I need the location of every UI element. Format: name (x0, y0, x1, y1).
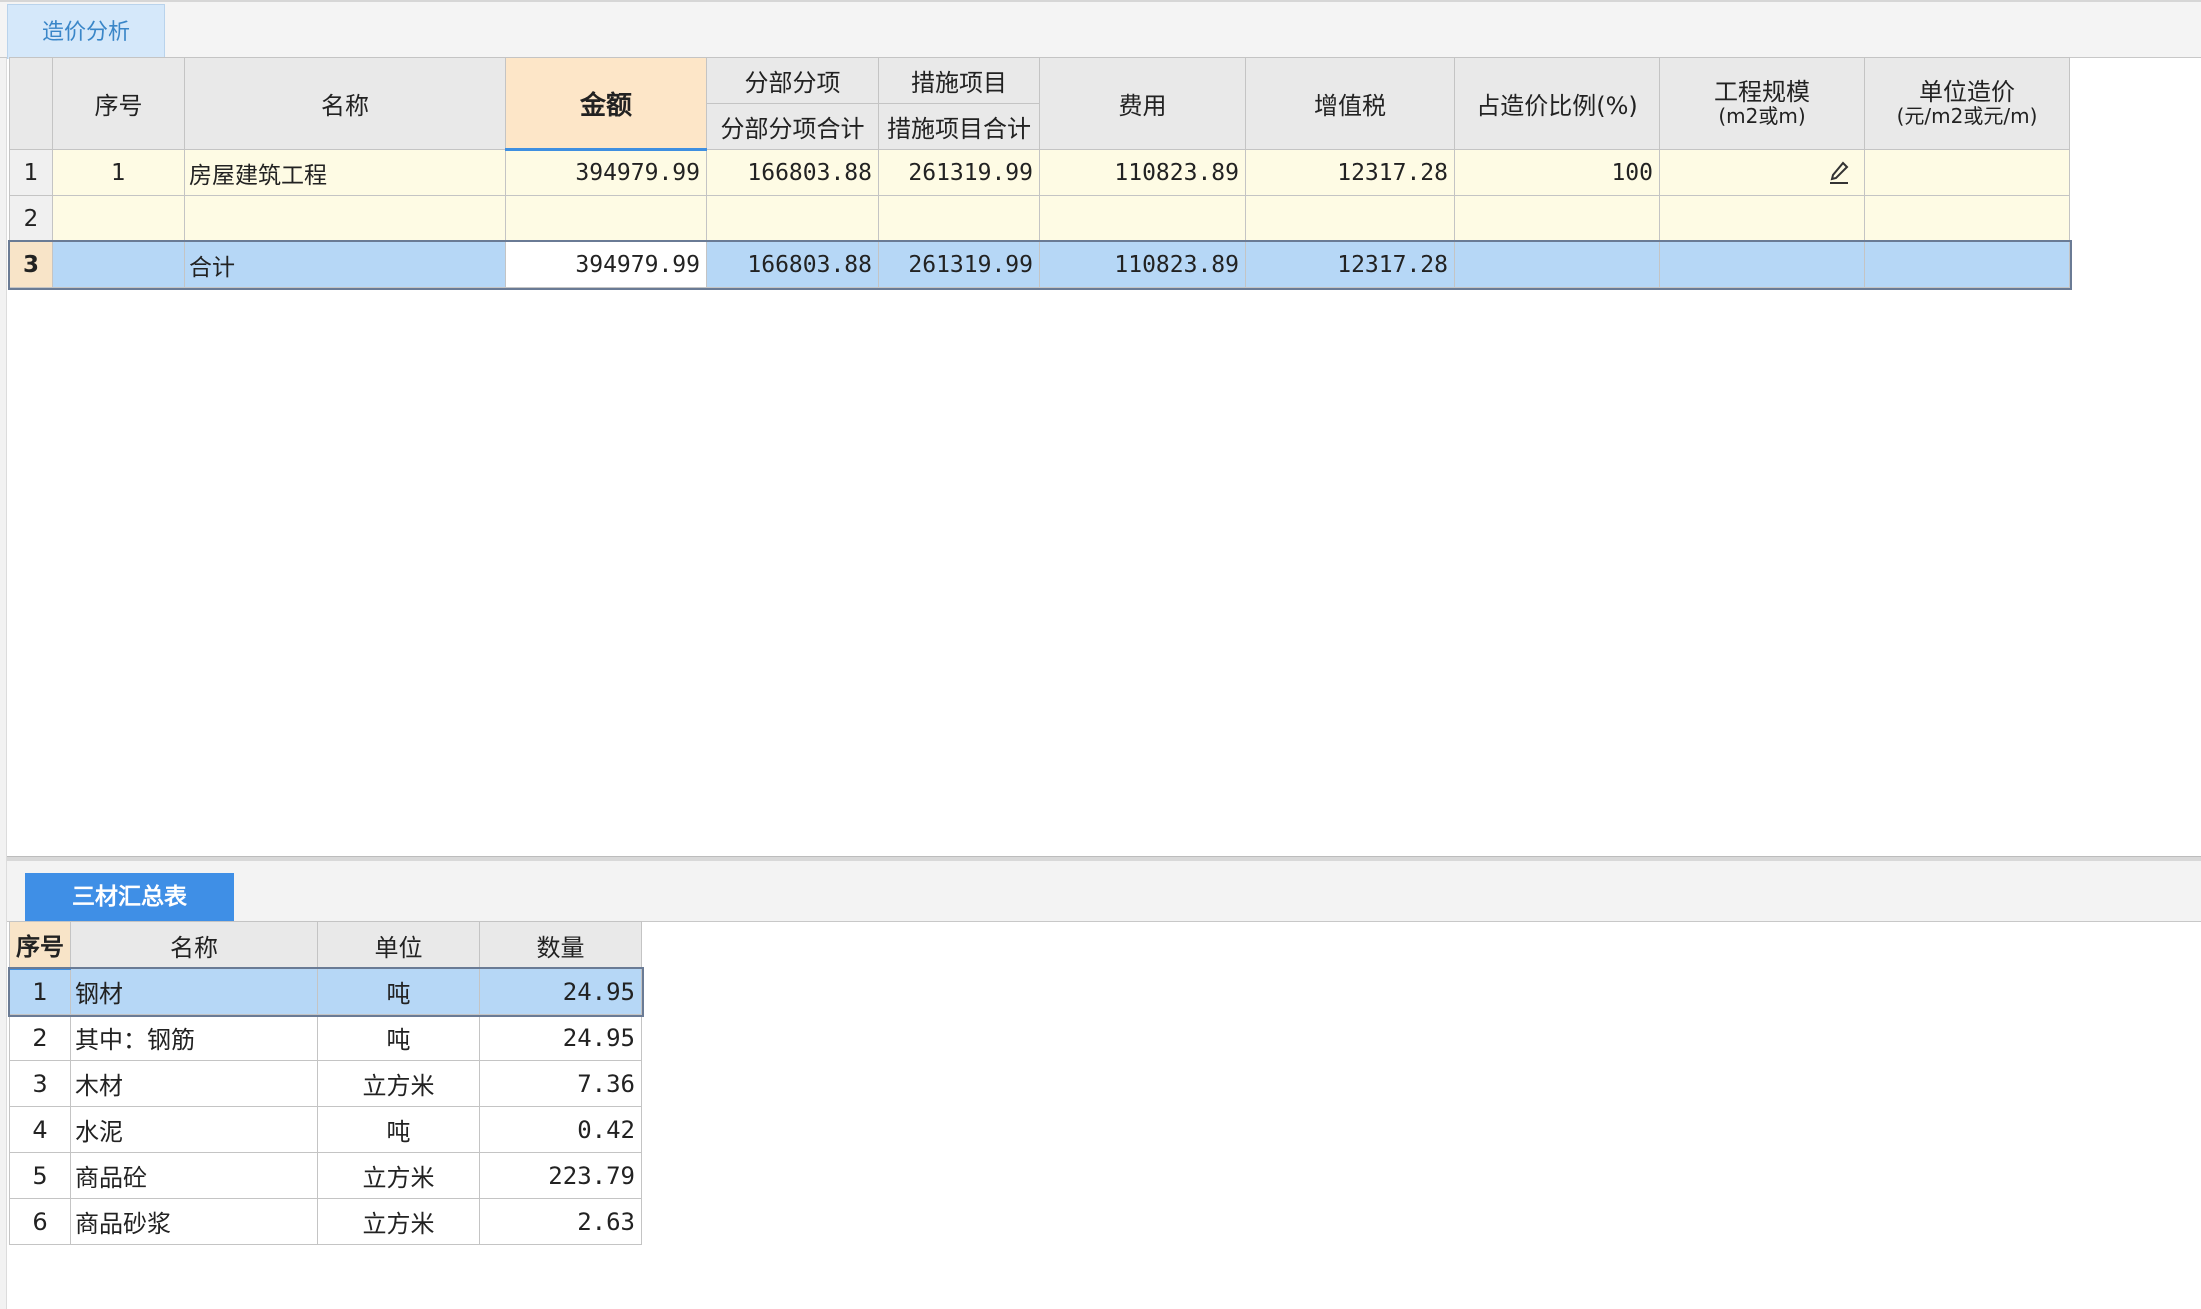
cell-vat[interactable] (1245, 195, 1455, 242)
header-fbfx-total[interactable]: 分部分项合计 (706, 103, 879, 150)
cell-unit-cost[interactable] (1864, 241, 2070, 288)
cell-ratio[interactable] (1454, 195, 1660, 242)
list-item[interactable]: 4 水泥 吨 0.42 (9, 1106, 642, 1153)
header-scale-label: 工程规模 (1714, 77, 1810, 106)
cell-fee[interactable] (1039, 195, 1246, 242)
materials-grid: 序号 名称 单位 数量 1 钢材 吨 24.95 2 其中：钢筋 吨 24.95 (7, 921, 644, 1245)
table-row[interactable]: 1 1 房屋建筑工程 394979.99 166803.88 261319.99… (9, 149, 2070, 196)
table-row[interactable]: 2 (9, 195, 2070, 242)
header-scale[interactable]: 工程规模 (m2或m) (1659, 57, 1865, 150)
lower-tab-bar: 三材汇总表 (7, 861, 2201, 922)
left-gutter (0, 58, 7, 1309)
cell-seq[interactable]: 2 (9, 1014, 71, 1061)
header-seq[interactable]: 序号 (52, 57, 185, 150)
list-item[interactable]: 1 钢材 吨 24.95 (7, 966, 644, 1017)
header-unit-cost-label: 单位造价 (1919, 77, 2015, 106)
cell-unit-cost[interactable] (1864, 195, 2070, 242)
header-amount[interactable]: 金额 (505, 57, 707, 151)
cell-fbfx[interactable]: 166803.88 (706, 241, 879, 288)
cell-quantity[interactable]: 24.95 (479, 1014, 642, 1061)
pencil-icon[interactable] (1828, 161, 1850, 185)
cell-quantity[interactable]: 0.42 (479, 1106, 642, 1153)
row-number[interactable]: 1 (9, 149, 53, 196)
cell-seq[interactable]: 1 (52, 149, 185, 196)
header-seq[interactable]: 序号 (9, 921, 71, 970)
cell-fbfx[interactable]: 166803.88 (706, 149, 879, 196)
cell-amount[interactable] (505, 195, 707, 242)
cell-unit[interactable]: 吨 (317, 1014, 480, 1061)
cell-name[interactable]: 木材 (70, 1060, 318, 1107)
header-fee[interactable]: 费用 (1039, 57, 1246, 150)
list-item[interactable]: 3 木材 立方米 7.36 (9, 1060, 642, 1107)
cell-unit-cost[interactable] (1864, 149, 2070, 196)
cell-amount[interactable]: 394979.99 (505, 241, 707, 288)
materials-table: 序号 名称 单位 数量 1 钢材 吨 24.95 2 其中：钢筋 吨 24.95 (7, 921, 644, 1245)
cost-analysis-window: 造价分析 序号 名称 金额 分部分项 措施项目 费用 增值税 占造价比例(%) … (0, 0, 2201, 1309)
header-fbfx-group[interactable]: 分部分项 (706, 57, 879, 104)
cell-name[interactable]: 钢材 (70, 968, 318, 1015)
cell-unit[interactable]: 吨 (317, 968, 480, 1015)
cell-name[interactable]: 商品砂浆 (70, 1198, 318, 1245)
row-number[interactable]: 3 (9, 241, 53, 288)
cost-analysis-table: 序号 名称 金额 分部分项 措施项目 费用 增值税 占造价比例(%) 工程规模 … (7, 57, 2072, 290)
cell-unit[interactable]: 立方米 (317, 1060, 480, 1107)
cell-ratio[interactable] (1454, 241, 1660, 288)
cell-quantity[interactable]: 2.63 (479, 1198, 642, 1245)
cell-seq[interactable]: 3 (9, 1060, 71, 1107)
top-tab-bar: 造价分析 (0, 0, 2201, 59)
cell-quantity[interactable]: 223.79 (479, 1152, 642, 1199)
cell-name[interactable]: 其中：钢筋 (70, 1014, 318, 1061)
corner-cell[interactable] (9, 57, 53, 150)
cell-seq[interactable]: 1 (9, 968, 71, 1015)
cell-unit[interactable]: 吨 (317, 1106, 480, 1153)
cell-seq[interactable] (52, 241, 185, 288)
table-row-total[interactable]: 3 合计 394979.99 166803.88 261319.99 11082… (7, 239, 2072, 290)
cell-name[interactable]: 商品砼 (70, 1152, 318, 1199)
header-unit-cost[interactable]: 单位造价 (元/m2或元/m) (1864, 57, 2070, 150)
cell-name[interactable]: 合计 (184, 241, 506, 288)
cell-scale[interactable] (1659, 149, 1865, 196)
header-csxm-group[interactable]: 措施项目 (878, 57, 1040, 104)
cell-name[interactable] (184, 195, 506, 242)
cell-name[interactable]: 水泥 (70, 1106, 318, 1153)
header-name[interactable]: 名称 (70, 921, 318, 969)
header-csxm-total[interactable]: 措施项目合计 (878, 103, 1040, 150)
header-name[interactable]: 名称 (184, 57, 506, 150)
cell-unit[interactable]: 立方米 (317, 1152, 480, 1199)
cell-fee[interactable]: 110823.89 (1039, 241, 1246, 288)
cell-amount[interactable]: 394979.99 (505, 149, 707, 196)
header-vat[interactable]: 增值税 (1245, 57, 1455, 150)
header-unit[interactable]: 单位 (317, 921, 480, 969)
cost-analysis-grid: 序号 名称 金额 分部分项 措施项目 费用 增值税 占造价比例(%) 工程规模 … (7, 57, 2076, 290)
cell-csxm[interactable]: 261319.99 (878, 241, 1040, 288)
list-item[interactable]: 5 商品砼 立方米 223.79 (9, 1152, 642, 1199)
cell-ratio[interactable]: 100 (1454, 149, 1660, 196)
cell-fee[interactable]: 110823.89 (1039, 149, 1246, 196)
cell-seq[interactable]: 6 (9, 1198, 71, 1245)
cell-quantity[interactable]: 7.36 (479, 1060, 642, 1107)
cell-scale[interactable] (1659, 241, 1865, 288)
header-unit-cost-unit: (元/m2或元/m) (1896, 103, 2038, 128)
header-scale-unit: (m2或m) (1718, 103, 1806, 128)
cell-vat[interactable]: 12317.28 (1245, 241, 1455, 288)
cell-quantity[interactable]: 24.95 (479, 968, 642, 1015)
header-quantity[interactable]: 数量 (479, 921, 642, 969)
cell-vat[interactable]: 12317.28 (1245, 149, 1455, 196)
list-item[interactable]: 2 其中：钢筋 吨 24.95 (9, 1014, 642, 1061)
header-ratio[interactable]: 占造价比例(%) (1454, 57, 1660, 150)
cell-csxm[interactable]: 261319.99 (878, 149, 1040, 196)
cell-seq[interactable] (52, 195, 185, 242)
cell-seq[interactable]: 5 (9, 1152, 71, 1199)
cell-unit[interactable]: 立方米 (317, 1198, 480, 1245)
cell-fbfx[interactable] (706, 195, 879, 242)
tab-cost-analysis[interactable]: 造价分析 (7, 4, 165, 59)
cell-name[interactable]: 房屋建筑工程 (184, 149, 506, 196)
cell-scale[interactable] (1659, 195, 1865, 242)
list-item[interactable]: 6 商品砂浆 立方米 2.63 (9, 1198, 642, 1245)
row-number[interactable]: 2 (9, 195, 53, 242)
cell-seq[interactable]: 4 (9, 1106, 71, 1153)
tab-three-materials-summary[interactable]: 三材汇总表 (25, 873, 234, 921)
cell-csxm[interactable] (878, 195, 1040, 242)
